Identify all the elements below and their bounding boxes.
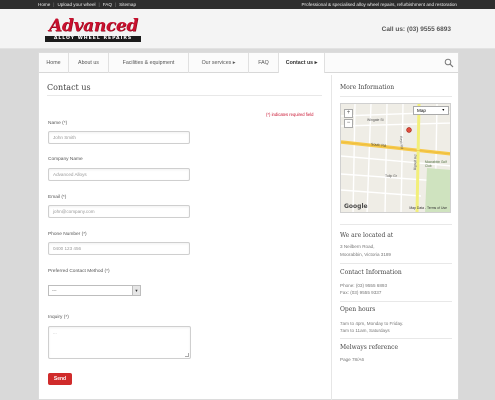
top-link-upload[interactable]: Upload your wheel (57, 2, 95, 7)
sidebar-rule (340, 263, 452, 264)
contact-method-select[interactable]: --- ▼ (48, 285, 141, 296)
logo-band: ALLOY WHEEL REPAIRS (45, 36, 141, 42)
map-street-label: Tulip Gr (385, 174, 397, 178)
map-terms-link[interactable]: Terms of Use (427, 206, 447, 210)
title-divider (47, 95, 322, 96)
nav-home[interactable]: Home (39, 53, 69, 73)
company-label: Company Name (48, 157, 83, 162)
nav-about-us[interactable]: About us (69, 53, 109, 73)
resize-grip-icon[interactable] (185, 353, 189, 357)
main-panel: Home About us Facilities & equipment Our… (38, 52, 459, 400)
address-line-2: Moorabbin, Victoria 3189 (340, 252, 391, 257)
contact-info-title: Contact Information (340, 269, 402, 276)
map-data-link[interactable]: Map Data (409, 206, 424, 210)
map-street-label: Wingate St (367, 118, 384, 122)
logo-word: Advanced (49, 16, 138, 36)
email-label: Email (*) (48, 195, 67, 200)
map-street-label: Bignell Rd (413, 154, 418, 171)
open-hours-title: Open hours (340, 306, 376, 313)
top-link-separator: | (98, 2, 100, 7)
inquiry-textarea[interactable]: ... (48, 326, 191, 359)
more-info-title: More Information (340, 84, 395, 91)
chevron-down-icon: ▼ (441, 108, 445, 112)
hours-line-2: 7am to 11am, Saturdays (340, 328, 390, 333)
required-note: (*) indicates required field (266, 112, 314, 117)
location-map[interactable]: Map ▼ + − Wingate St Keys Rd South Rd Bi… (340, 103, 451, 213)
main-nav: Home About us Facilities & equipment Our… (39, 53, 458, 73)
map-attribution: Map Data - Terms of Use (409, 206, 447, 210)
send-button[interactable]: Send (48, 373, 72, 385)
top-link-home[interactable]: Home (38, 2, 50, 7)
sidebar-rule (340, 338, 452, 339)
located-title: We are located at (340, 232, 394, 239)
top-links: Home | Upload your wheel | FAQ | Sitemap (38, 2, 136, 7)
name-input[interactable]: John Smith (48, 131, 190, 144)
company-input[interactable]: Advanced Alloys (48, 168, 190, 181)
melways-title: Melways reference (340, 344, 399, 351)
map-canvas[interactable] (341, 104, 451, 213)
nav-our-services[interactable]: Our services ▸ (189, 53, 249, 73)
top-link-separator: | (53, 2, 55, 7)
address-line-1: 3 Neilbern Road, (340, 244, 375, 249)
nav-faq[interactable]: FAQ (249, 53, 279, 73)
tagline: Professional & specialised alloy wheel r… (301, 2, 457, 7)
map-provider-logo: Google (344, 203, 368, 210)
phone-input[interactable]: 0400 123 456 (48, 242, 190, 255)
top-link-faq[interactable]: FAQ (103, 2, 112, 7)
email-input[interactable]: john@company.com (48, 205, 190, 218)
top-bar: Home | Upload your wheel | FAQ | Sitemap… (0, 0, 495, 9)
map-place-label: Moorabbin Golf Club (425, 160, 447, 168)
site-header: Advanced ALLOY WHEEL REPAIRS Call us: (0… (0, 9, 495, 49)
zoom-in-icon[interactable]: + (344, 109, 353, 118)
inquiry-placeholder: ... (53, 330, 57, 335)
top-link-separator: | (114, 2, 117, 7)
sidebar-divider (331, 75, 332, 400)
sidebar-rule (340, 301, 452, 302)
melways-value: Page 78/A6 (340, 357, 365, 362)
phone-label: Phone Number (*) (48, 232, 87, 237)
nav-contact-us[interactable]: Contact us ▸ (279, 53, 325, 73)
page-title: Contact us (47, 83, 91, 92)
top-link-sitemap[interactable]: Sitemap (119, 2, 136, 7)
zoom-out-icon[interactable]: − (344, 119, 353, 128)
call-us-phone: Call us: (03) 9555 6893 (381, 26, 451, 33)
map-type-label: Map (417, 108, 426, 113)
map-street-label: Keys Rd (399, 136, 404, 150)
search-icon[interactable] (444, 58, 454, 68)
name-label: Name (*) (48, 121, 68, 126)
logo[interactable]: Advanced ALLOY WHEEL REPAIRS (45, 16, 145, 42)
map-type-button[interactable]: Map ▼ (413, 106, 449, 115)
contact-method-value: --- (52, 288, 57, 293)
inquiry-label: Inquiry (*) (48, 315, 69, 320)
map-zoom-controls[interactable]: + − (344, 109, 353, 129)
sidebar-rule (340, 224, 452, 225)
fax-line: Fax: (03) 9555 9337 (340, 290, 382, 295)
contact-method-label: Preferred Contact Method (*) (48, 269, 110, 274)
sidebar-rule (340, 96, 452, 97)
nav-facilities[interactable]: Facilities & equipment (109, 53, 189, 73)
dropdown-arrow-icon: ▼ (132, 286, 140, 295)
